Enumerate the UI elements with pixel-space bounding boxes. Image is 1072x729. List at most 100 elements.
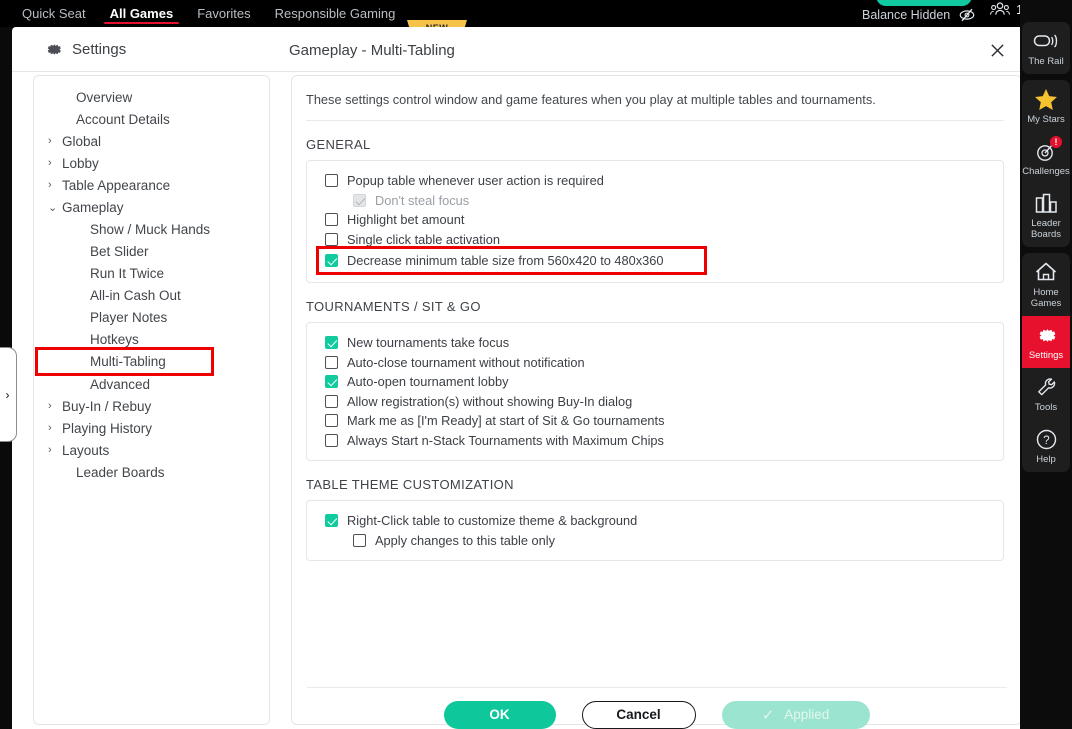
sidebar-item-label: My Stars — [1027, 114, 1065, 125]
tab-quick-seat[interactable]: Quick Seat — [10, 0, 98, 27]
checkbox-label: Apply changes to this table only — [375, 532, 555, 548]
gear-icon — [1033, 323, 1059, 347]
checkbox-label: Always Start n-Stack Tournaments with Ma… — [347, 432, 664, 448]
sidebar-item-buy-in-rebuy[interactable]: › Buy-In / Rebuy — [34, 395, 269, 417]
sidebar-item-table-appearance[interactable]: › Table Appearance — [34, 174, 269, 196]
checkbox-row[interactable]: Don't steal focus — [307, 191, 1003, 211]
sidebar-item-the-rail[interactable]: The Rail — [1022, 22, 1070, 74]
app-root: Quick Seat All Games Favorites Responsib… — [0, 0, 1072, 729]
chevron-right-icon[interactable]: › — [48, 135, 62, 147]
sidebar-item-leader-boards[interactable]: Leader Boards — [1022, 184, 1070, 247]
checkbox-label: Allow registration(s) without showing Bu… — [347, 393, 633, 409]
bar-chart-icon — [1033, 191, 1059, 215]
sidebar-item-label: Lobby — [62, 155, 99, 171]
checkbox[interactable] — [325, 514, 338, 528]
checkbox — [353, 193, 366, 207]
chevron-right-icon[interactable]: › — [48, 444, 62, 456]
check-icon: ✓ — [761, 706, 775, 724]
checkbox-row[interactable]: Single click table activation — [307, 230, 1003, 250]
rail-icon — [1033, 29, 1059, 53]
sidebar-item-label: Player Notes — [90, 309, 168, 325]
sidebar-item-settings[interactable]: Settings — [1022, 316, 1070, 368]
sidebar-item-label: Layouts — [62, 442, 110, 458]
checkbox[interactable] — [325, 355, 338, 369]
tab-label: Responsible Gaming — [274, 6, 396, 21]
sidebar-item-hotkeys[interactable]: Hotkeys — [34, 328, 269, 350]
balance-hidden-toggle[interactable]: Balance Hidden — [862, 5, 976, 25]
people-icon — [990, 2, 1010, 15]
tab-favorites[interactable]: Favorites — [185, 0, 262, 27]
notification-badge: ! — [1050, 136, 1062, 148]
chevron-right-icon[interactable]: › — [48, 157, 62, 169]
checkbox-row[interactable]: Auto-open tournament lobby — [307, 372, 1003, 392]
gear-icon — [44, 40, 63, 59]
eye-slash-icon[interactable] — [958, 6, 976, 24]
sidebar-item-layouts[interactable]: › Layouts — [34, 439, 269, 461]
sidebar-item-label: Settings — [1028, 350, 1064, 361]
sidebar-item-bet-slider[interactable]: Bet Slider — [34, 240, 269, 262]
sidebar-item-challenges[interactable]: ! Challenges — [1022, 132, 1070, 184]
sidebar-item-gameplay[interactable]: ⌄ Gameplay — [34, 196, 269, 218]
sidebar-item-lobby[interactable]: › Lobby — [34, 152, 269, 174]
sidebar-item-tools[interactable]: Tools — [1022, 368, 1070, 420]
sidebar-item-home-games[interactable]: Home Games — [1022, 253, 1070, 316]
checkbox-row[interactable]: Right-Click table to customize theme & b… — [307, 511, 1003, 531]
sidebar-item-all-in-cash-out[interactable]: All-in Cash Out — [34, 284, 269, 306]
dialog-header: Settings Gameplay - Multi-Tabling — [12, 27, 1022, 72]
sidebar-item-global[interactable]: › Global — [34, 130, 269, 152]
sidebar-item-show-muck-hands[interactable]: Show / Muck Hands — [34, 218, 269, 240]
sidebar-item-leader-boards[interactable]: Leader Boards — [34, 461, 269, 483]
checkbox[interactable] — [325, 232, 338, 246]
sidebar-expander-tab[interactable]: › — [0, 347, 17, 442]
checkbox-row[interactable]: Highlight bet amount — [307, 210, 1003, 230]
sidebar-item-player-notes[interactable]: Player Notes — [34, 306, 269, 328]
sidebar-item-overview[interactable]: Overview — [34, 86, 269, 108]
checkbox-row[interactable]: New tournaments take focus — [307, 333, 1003, 353]
chevron-right-icon[interactable]: › — [48, 179, 62, 191]
chevron-right-icon[interactable]: › — [48, 400, 62, 412]
checkbox-row[interactable]: Mark me as [I'm Ready] at start of Sit &… — [307, 411, 1003, 431]
checkbox[interactable] — [325, 174, 338, 188]
checkbox-row[interactable]: Allow registration(s) without showing Bu… — [307, 392, 1003, 412]
ok-button[interactable]: OK — [443, 700, 556, 729]
checkbox-row[interactable]: Decrease minimum table size from 560x420… — [316, 246, 707, 275]
checkbox-row[interactable]: Popup table whenever user action is requ… — [307, 171, 1003, 191]
close-icon[interactable] — [986, 39, 1008, 61]
sidebar-item-multi-tabling[interactable]: Multi-Tabling — [35, 347, 214, 376]
settings-nav-list: Overview Account Details › Global › Lobby › Tab… — [34, 76, 269, 483]
checkbox[interactable] — [325, 336, 338, 350]
sidebar-item-label: Table Appearance — [62, 177, 171, 193]
chevron-right-icon: › — [5, 387, 10, 402]
checkbox[interactable] — [353, 533, 366, 547]
sidebar-item-advanced[interactable]: Advanced — [34, 373, 269, 395]
sidebar-item-help[interactable]: ? Help — [1022, 420, 1070, 472]
chevron-right-icon[interactable]: › — [48, 422, 62, 434]
chevron-down-icon[interactable]: ⌄ — [48, 201, 62, 214]
sidebar-item-playing-history[interactable]: › Playing History — [34, 417, 269, 439]
checkbox[interactable] — [325, 414, 338, 428]
checkbox[interactable] — [325, 213, 338, 227]
checkbox[interactable] — [325, 433, 338, 447]
breadcrumb: Gameplay - Multi-Tabling — [289, 42, 455, 59]
checkbox[interactable] — [325, 375, 338, 389]
cancel-button[interactable]: Cancel — [581, 700, 696, 729]
tab-all-games[interactable]: All Games — [98, 0, 186, 27]
section-title: TABLE THEME CUSTOMIZATION — [306, 477, 514, 492]
sidebar-item-label: Challenges — [1022, 166, 1070, 177]
checkbox[interactable] — [325, 254, 338, 267]
dialog-title-text: Settings — [72, 41, 127, 58]
sidebar-item-label: Leader Boards — [76, 464, 165, 480]
checkbox[interactable] — [325, 394, 338, 408]
sidebar-item-label: Advanced — [90, 376, 151, 392]
sidebar-item-my-stars[interactable]: My Stars — [1022, 80, 1070, 132]
tab-responsible-gaming[interactable]: Responsible Gaming — [263, 0, 408, 27]
sidebar-item-label: Account Details — [76, 111, 170, 127]
checkbox-row[interactable]: Apply changes to this table only — [307, 531, 1003, 551]
settings-content: These settings control window and game f… — [292, 76, 1021, 688]
checkbox-row[interactable]: Always Start n-Stack Tournaments with Ma… — [307, 431, 1003, 451]
sidebar-item-account-details[interactable]: Account Details — [34, 108, 269, 130]
checkbox-row[interactable]: Auto-close tournament without notificati… — [307, 353, 1003, 373]
checkbox-label: Popup table whenever user action is requ… — [347, 173, 604, 189]
sidebar-item-run-it-twice[interactable]: Run It Twice — [34, 262, 269, 284]
question-circle-icon: ? — [1033, 427, 1059, 451]
